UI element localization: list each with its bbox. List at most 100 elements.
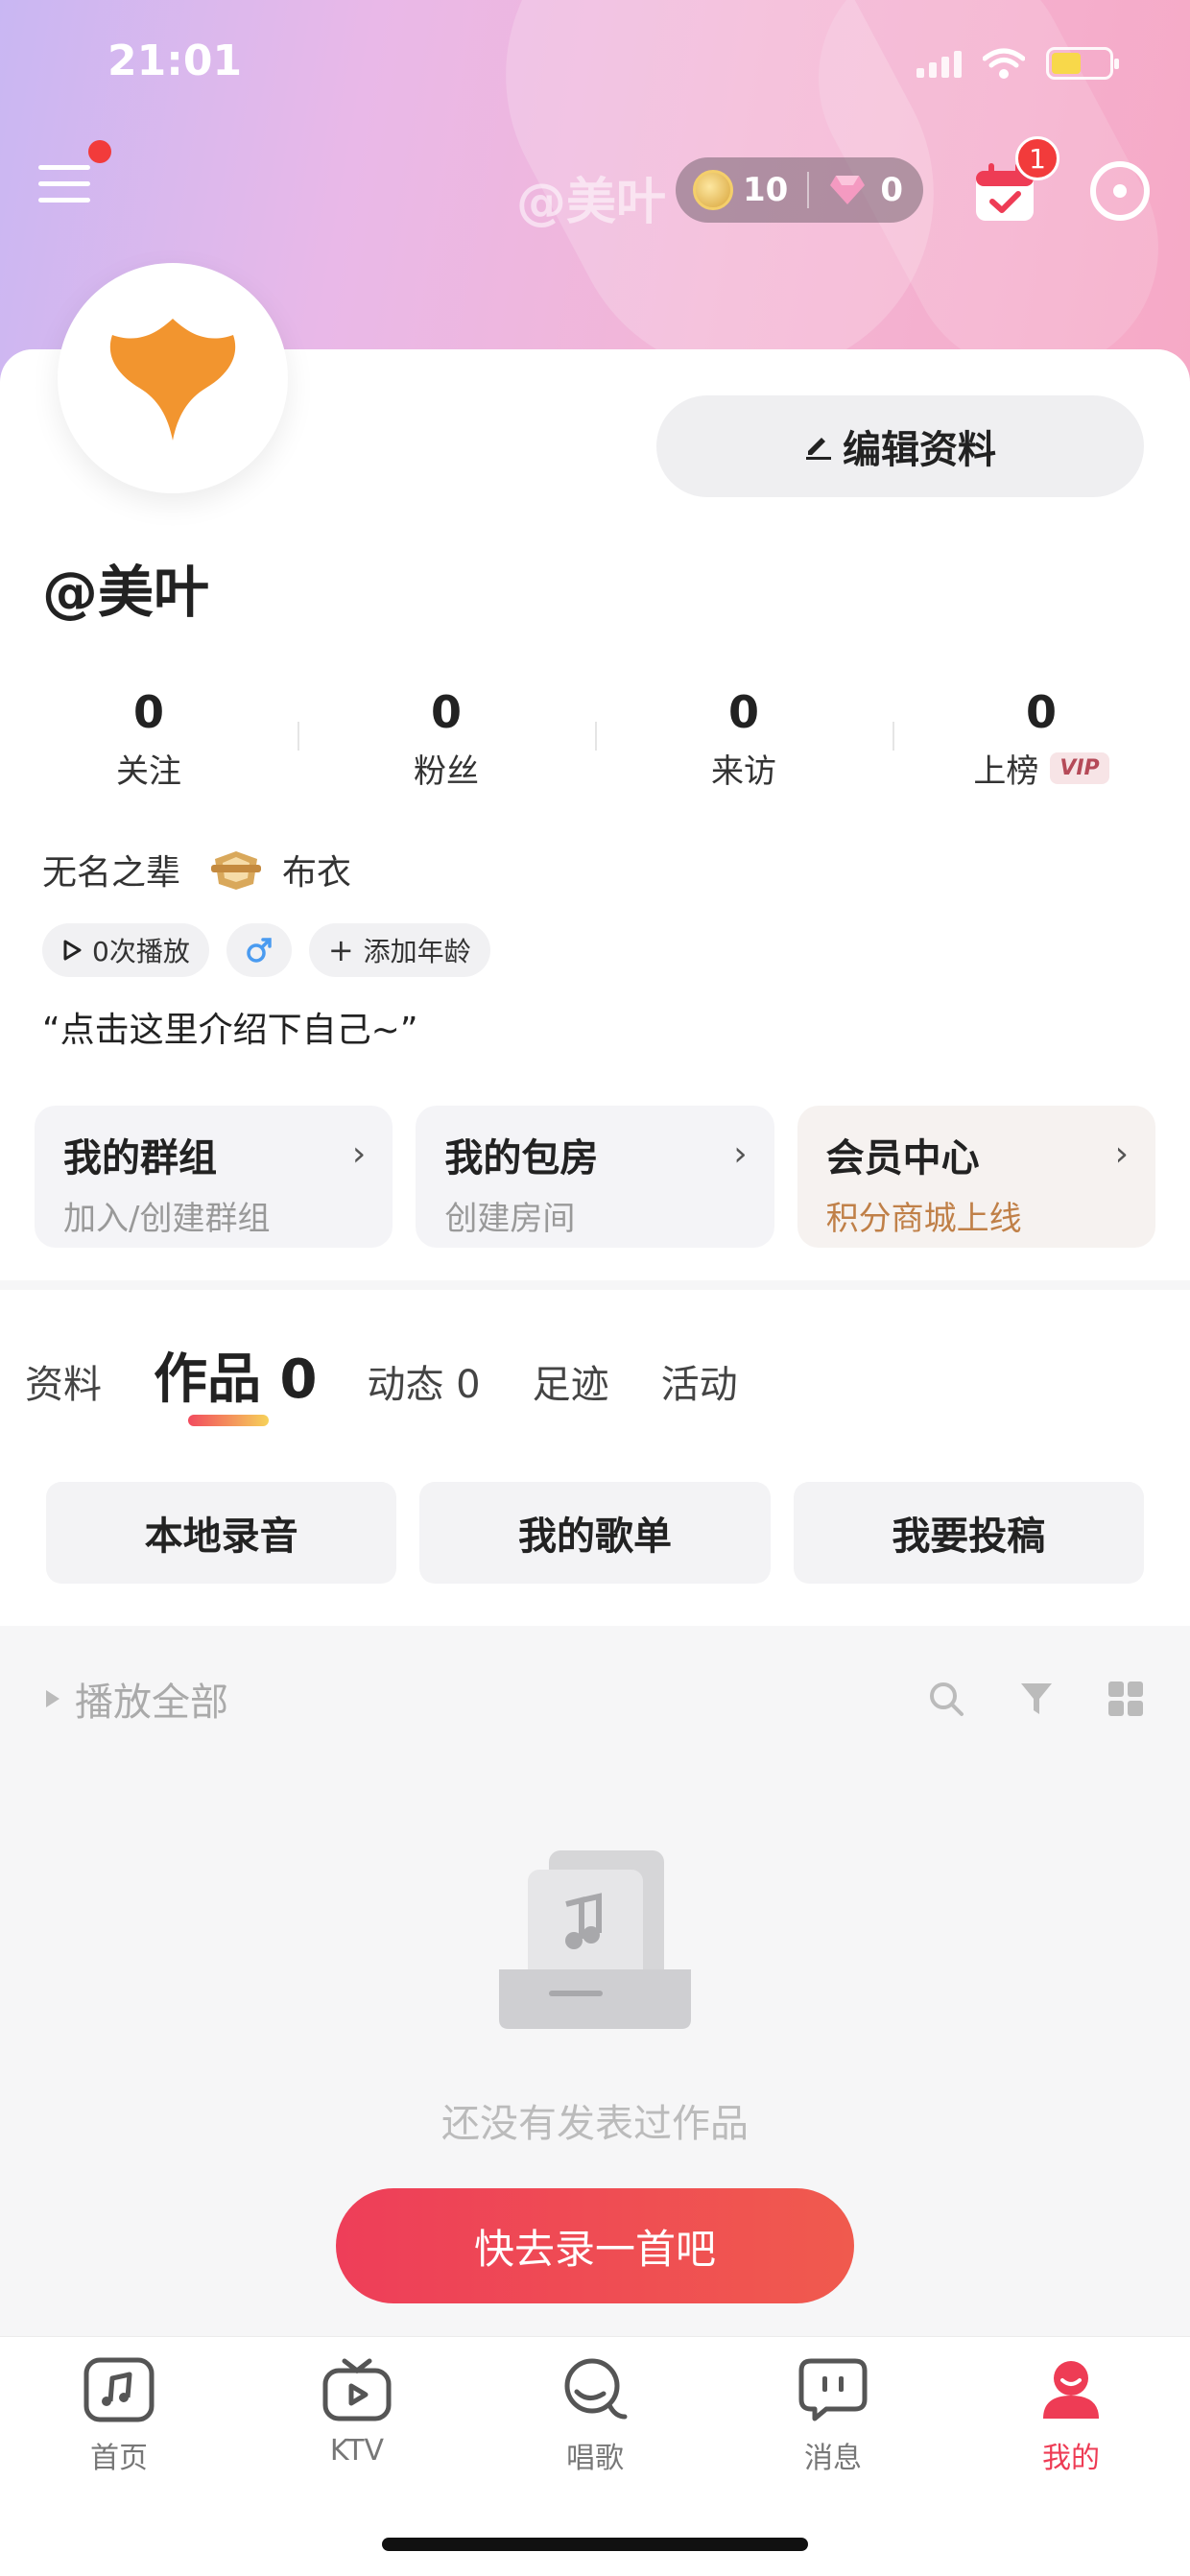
stat-ranking[interactable]: 0 上榜 VIP: [892, 683, 1190, 799]
coin-count: 10: [743, 171, 789, 209]
tv-icon: [322, 2358, 392, 2421]
rank-title: 无名之辈: [42, 853, 181, 893]
card-subtitle: 创建房间: [444, 1200, 576, 1238]
mic-icon: [564, 2358, 628, 2420]
nav-label: 首页: [90, 2442, 148, 2475]
stat-value: 0: [132, 686, 164, 738]
nav-home[interactable]: 首页: [0, 2357, 238, 2476]
signal-icon: [916, 49, 962, 78]
tab-info[interactable]: 资料: [25, 1353, 102, 1409]
plus-icon: +: [327, 932, 354, 968]
home-indicator: [382, 2538, 808, 2551]
rank-level: 布衣: [282, 853, 352, 893]
works-actions: 本地录音 我的歌单 我要投稿: [46, 1482, 1144, 1584]
empty-state-text: 还没有发表过作品: [441, 2102, 749, 2146]
self-intro[interactable]: “点击这里介绍下自己~”: [42, 1002, 417, 1052]
tab-footprints[interactable]: 足迹: [533, 1353, 609, 1409]
card-subtitle: 积分商城上线: [825, 1200, 1022, 1238]
tab-feed[interactable]: 动态 0: [367, 1353, 480, 1409]
status-time: 21:01: [107, 36, 243, 85]
play-count-tag[interactable]: 0次播放: [42, 923, 209, 977]
male-icon: [247, 938, 272, 963]
gender-tag[interactable]: [226, 923, 292, 977]
user-icon: [1043, 2361, 1099, 2419]
play-icon: [63, 940, 82, 961]
stat-visitors[interactable]: 0 来访: [595, 683, 892, 799]
grid-view-icon[interactable]: [1107, 1681, 1144, 1717]
nav-messages[interactable]: 消息: [714, 2357, 952, 2476]
stat-label: 来访: [711, 752, 776, 791]
add-age-label: 添加年龄: [363, 936, 471, 967]
stat-value: 0: [430, 686, 462, 738]
nav-me[interactable]: 我的: [952, 2357, 1190, 2476]
submit-button[interactable]: 我要投稿: [793, 1482, 1144, 1584]
empty-music-file-icon: [499, 1850, 691, 2029]
calendar-badge: 1: [1015, 136, 1059, 180]
my-groups-card[interactable]: 我的群组 加入/创建群组 ›: [35, 1106, 393, 1248]
avatar[interactable]: [58, 263, 288, 493]
nav-ktv[interactable]: KTV: [238, 2357, 476, 2476]
bottom-nav-items: 首页 KTV 唱歌 消息 我的: [0, 2357, 1190, 2476]
tab-activities[interactable]: 活动: [661, 1353, 738, 1409]
stat-label: 上榜: [973, 752, 1039, 791]
card-title: 会员中心: [825, 1136, 980, 1181]
filter-icon[interactable]: [1019, 1680, 1054, 1718]
tab-works[interactable]: 作品 0: [154, 1336, 317, 1414]
ginkgo-leaf-icon: [109, 319, 236, 441]
stats-row: 0 关注 0 粉丝 0 来访 0 上榜 VIP: [0, 683, 1190, 799]
list-toolbar: 播放全部: [46, 1670, 1144, 1728]
pencil-icon: [806, 438, 831, 460]
profile-tags: 0次播放 + 添加年龄: [42, 923, 490, 977]
stat-label: 关注: [116, 752, 181, 791]
stat-value: 0: [727, 686, 759, 738]
play-all-label: 播放全部: [75, 1681, 228, 1725]
rank-badge-icon: [211, 851, 262, 890]
record-disc-icon[interactable]: [1088, 159, 1152, 223]
edit-profile-label: 编辑资料: [843, 428, 996, 472]
rank-row[interactable]: 无名之辈 布衣: [42, 845, 351, 894]
header-ghost-username: @美叶: [516, 174, 667, 231]
nav-label: 唱歌: [566, 2442, 624, 2475]
quick-cards: 我的群组 加入/创建群组 › 我的包房 创建房间 › 会员中心 积分商城上线 ›: [35, 1106, 1155, 1248]
my-playlist-button[interactable]: 我的歌单: [419, 1482, 771, 1584]
wallet-pill[interactable]: 10 0: [676, 157, 923, 223]
vip-badge: VIP: [1050, 752, 1109, 784]
card-title: 我的包房: [444, 1136, 599, 1181]
chat-icon: [798, 2358, 868, 2421]
diamond-icon: [830, 176, 866, 204]
chevron-right-icon: ›: [733, 1134, 748, 1174]
status-icons: [916, 44, 1128, 83]
nav-label: 我的: [1042, 2442, 1100, 2475]
notification-dot: [88, 140, 111, 163]
play-icon: [46, 1690, 60, 1707]
username: @美叶: [42, 560, 210, 625]
menu-button[interactable]: [38, 165, 90, 209]
stat-label: 粉丝: [414, 752, 479, 791]
stat-value: 0: [1025, 686, 1057, 738]
chevron-right-icon: ›: [351, 1134, 367, 1174]
play-all-button[interactable]: 播放全部: [46, 1671, 228, 1727]
local-recording-button[interactable]: 本地录音: [46, 1482, 397, 1584]
music-icon: [83, 2357, 155, 2422]
play-count: 0次播放: [92, 936, 190, 967]
nav-label: 消息: [804, 2442, 862, 2475]
card-title: 我的群组: [63, 1136, 217, 1181]
search-icon[interactable]: [927, 1680, 965, 1718]
chevron-right-icon: ›: [1114, 1134, 1129, 1174]
record-now-button[interactable]: 快去录一首吧: [336, 2188, 854, 2303]
my-rooms-card[interactable]: 我的包房 创建房间 ›: [416, 1106, 774, 1248]
stat-following[interactable]: 0 关注: [0, 683, 298, 799]
battery-icon: [1046, 47, 1119, 80]
diamond-count: 0: [880, 171, 903, 209]
edit-profile-button[interactable]: 编辑资料: [656, 395, 1144, 497]
nav-label: KTV: [329, 2434, 385, 2468]
add-age-tag[interactable]: + 添加年龄: [308, 923, 490, 977]
nav-sing[interactable]: 唱歌: [476, 2357, 714, 2476]
coin-icon: [693, 170, 733, 210]
member-center-card[interactable]: 会员中心 积分商城上线 ›: [797, 1106, 1155, 1248]
stat-fans[interactable]: 0 粉丝: [298, 683, 595, 799]
wifi-icon: [983, 48, 1025, 79]
profile-tabs: 资料 作品 0 动态 0 足迹 活动: [25, 1336, 790, 1414]
active-tab-indicator: [188, 1415, 269, 1426]
card-subtitle: 加入/创建群组: [63, 1200, 271, 1238]
